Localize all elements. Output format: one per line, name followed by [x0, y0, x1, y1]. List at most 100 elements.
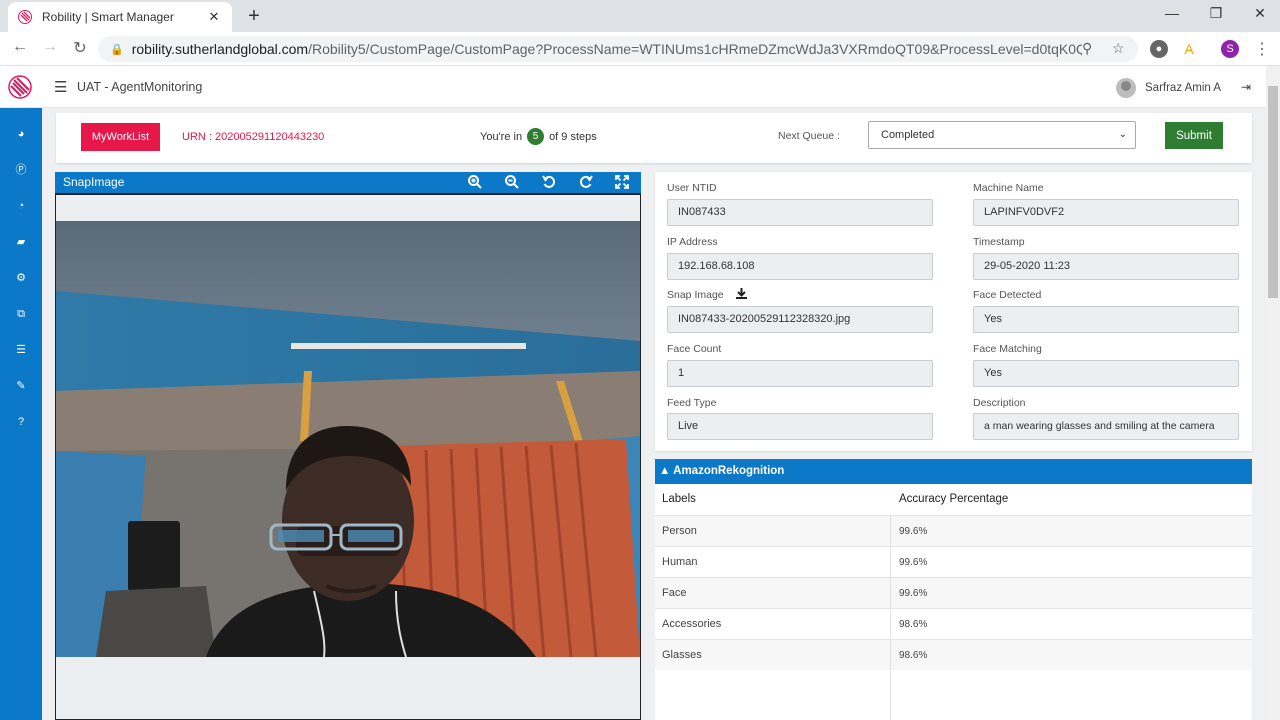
machine-name-field[interactable]: LAPINFV0DVF2	[973, 199, 1239, 226]
snap-image-title: SnapImage	[63, 175, 125, 189]
feed-type-field[interactable]: Live	[667, 413, 933, 440]
snapshot-details-panel: User NTID IN087433 Machine Name LAPINFV0…	[655, 172, 1252, 451]
row-accuracy: 99.6%	[899, 557, 928, 568]
ip-address-field[interactable]: 192.168.68.108	[667, 253, 933, 280]
action-bar: MyWorkList URN : 202005291120443230 You'…	[56, 113, 1252, 163]
book-icon[interactable]: ▰	[13, 234, 29, 250]
row-label: Glasses	[662, 649, 702, 661]
settings-gears-icon[interactable]: ⚙	[13, 270, 29, 286]
back-icon[interactable]: ←	[10, 38, 30, 56]
dashboard-pie-icon[interactable]: ◕	[13, 126, 29, 142]
machine-name-label: Machine Name	[973, 182, 1044, 194]
step-indicator: You're in 5 of 9 steps	[480, 128, 597, 145]
timestamp-field[interactable]: 29-05-2020 11:23	[973, 253, 1239, 280]
next-queue-label: Next Queue :	[778, 130, 840, 142]
sliders-icon[interactable]: ☰	[13, 342, 29, 358]
app-header: ☰ UAT - AgentMonitoring Sarfraz Amin A ⇥	[0, 66, 1266, 108]
reload-icon[interactable]: ↻	[70, 38, 90, 58]
row-label: Human	[662, 556, 698, 568]
row-accuracy: 98.6%	[899, 650, 928, 661]
face-count-field[interactable]: 1	[667, 360, 933, 387]
wrench-icon[interactable]: ✎	[13, 378, 29, 394]
face-matching-label: Face Matching	[973, 343, 1042, 355]
accuracy-column-header: Accuracy Percentage	[899, 493, 1009, 505]
labels-column-header: Labels	[662, 493, 696, 505]
browser-tab[interactable]: Robility | Smart Manager ✕	[8, 2, 232, 32]
face-count-label: Face Count	[667, 343, 722, 355]
page-scrollbar[interactable]	[1266, 66, 1280, 720]
zoom-in-icon[interactable]	[467, 174, 483, 190]
steps-prefix: You're in	[480, 130, 523, 143]
table-row: Glasses 98.6%	[655, 639, 1252, 670]
zoom-out-icon[interactable]	[504, 174, 520, 190]
face-detected-field[interactable]: Yes	[973, 306, 1239, 333]
user-menu[interactable]: Sarfraz Amin A	[1116, 78, 1221, 98]
fullscreen-icon[interactable]	[614, 174, 630, 190]
gauge-icon[interactable]: ◔	[13, 198, 29, 214]
snap-image-label: Snap Image	[667, 289, 724, 301]
download-icon[interactable]	[735, 287, 748, 300]
zoom-icon[interactable]: ⚲	[1082, 40, 1092, 57]
amazon-rekognition-header[interactable]: ▲ AmazonRekognition	[655, 459, 1252, 484]
extension-icon[interactable]: ●	[1150, 40, 1168, 58]
user-ntid-field[interactable]: IN087433	[667, 199, 933, 226]
row-label: Accessories	[662, 618, 722, 630]
feed-type-label: Feed Type	[667, 397, 717, 409]
submit-button[interactable]: Submit	[1165, 122, 1223, 149]
process-p-icon[interactable]: Ⓟ	[13, 162, 29, 178]
logout-icon[interactable]: ⇥	[1241, 80, 1251, 94]
column-divider	[890, 515, 891, 720]
current-step-badge: 5	[527, 128, 545, 145]
row-accuracy: 98.6%	[899, 619, 928, 630]
address-bar[interactable]: 🔒 robility.sutherlandglobal.com/Robility…	[98, 36, 1138, 62]
rotate-right-icon[interactable]	[578, 174, 594, 190]
webcam-snapshot-image	[56, 221, 640, 657]
snap-image-viewer[interactable]	[55, 193, 641, 720]
face-detected-label: Face Detected	[973, 289, 1042, 301]
row-label: Face	[662, 587, 687, 599]
table-row: Face 99.6%	[655, 577, 1252, 608]
table-row: Accessories 98.6%	[655, 608, 1252, 639]
url-text: robility.sutherlandglobal.com/Robility5/…	[131, 41, 1082, 57]
hamburger-menu-icon[interactable]: ☰	[54, 78, 67, 96]
urn-text: URN : 202005291120443230	[182, 131, 325, 143]
bookmark-star-icon[interactable]: ☆	[1112, 40, 1125, 57]
tab-close-icon[interactable]: ✕	[206, 9, 222, 25]
table-row: Person 99.6%	[655, 515, 1252, 546]
description-field[interactable]: a man wearing glasses and smiling at the…	[973, 413, 1239, 440]
robility-logo-icon	[8, 75, 32, 99]
my-worklist-button[interactable]: MyWorkList	[81, 123, 160, 151]
forward-icon[interactable]: →	[40, 38, 60, 56]
scrollbar-thumb[interactable]	[1268, 86, 1278, 298]
face-matching-field[interactable]: Yes	[973, 360, 1239, 387]
description-label: Description	[973, 397, 1026, 409]
help-icon[interactable]: ?	[13, 414, 29, 430]
row-accuracy: 99.6%	[899, 526, 928, 537]
window-close-icon[interactable]: ✕	[1250, 5, 1270, 22]
browser-toolbar: ← → ↻ 🔒 robility.sutherlandglobal.com/Ro…	[0, 32, 1280, 66]
chevron-down-icon: ⌄	[1118, 129, 1127, 140]
new-tab-icon[interactable]: +	[244, 5, 264, 28]
browser-menu-icon[interactable]: ⋮	[1252, 39, 1272, 59]
timestamp-label: Timestamp	[973, 236, 1025, 248]
snap-image-header: SnapImage	[55, 172, 641, 193]
table-row: Human 99.6%	[655, 546, 1252, 577]
rotate-left-icon[interactable]	[541, 174, 557, 190]
minimize-icon[interactable]: —	[1162, 5, 1182, 21]
row-accuracy: 99.6%	[899, 588, 928, 599]
tab-title: Robility | Smart Manager	[42, 10, 174, 24]
next-queue-value: Completed	[881, 129, 935, 141]
lock-icon: 🔒	[110, 43, 124, 56]
row-label: Person	[662, 525, 697, 537]
user-name: Sarfraz Amin A	[1145, 82, 1222, 94]
user-ntid-label: User NTID	[667, 182, 717, 194]
user-avatar	[1116, 78, 1136, 98]
hierarchy-icon[interactable]: ⧉	[13, 306, 29, 322]
next-queue-select[interactable]: Completed ⌄	[868, 121, 1136, 149]
app-title: UAT - AgentMonitoring	[77, 80, 203, 94]
profile-avatar[interactable]: S	[1221, 40, 1239, 58]
rekognition-table: Labels Accuracy Percentage Person 99.6% …	[655, 484, 1252, 720]
restore-icon[interactable]: ❐	[1206, 5, 1226, 22]
snap-image-field[interactable]: IN087433-20200529112328320.jpg	[667, 306, 933, 333]
acrobat-extension-icon[interactable]: A	[1180, 40, 1198, 58]
